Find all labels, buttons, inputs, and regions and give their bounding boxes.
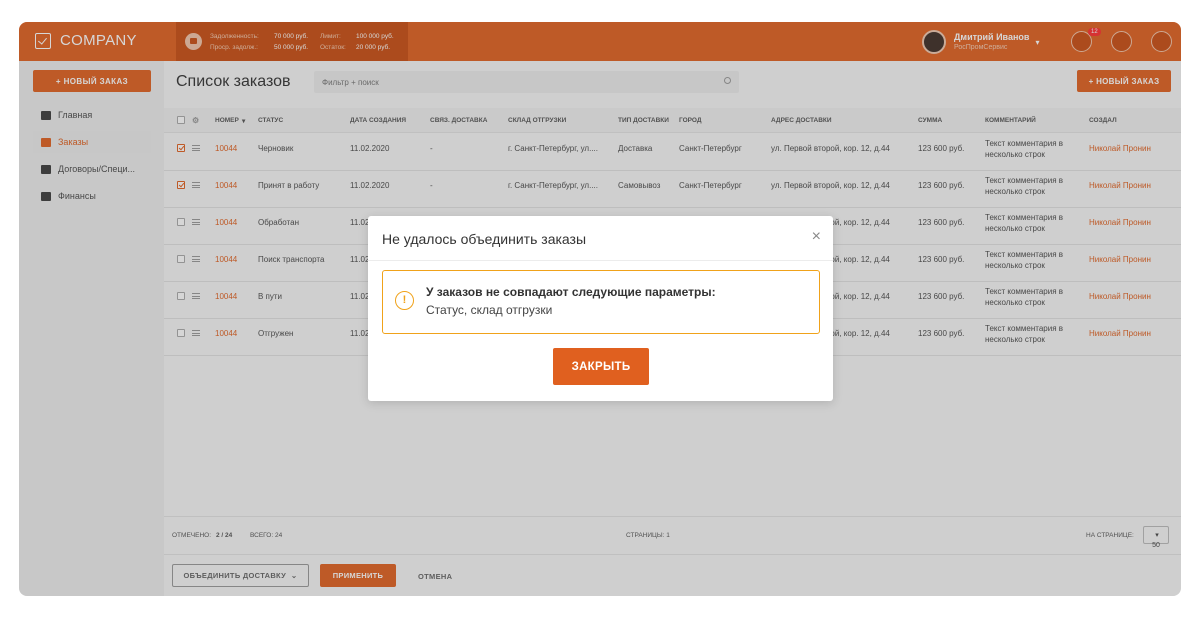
close-icon[interactable]: × [812,229,821,245]
app-window: COMPANY Задолженность: 70 000 руб. Лимит… [19,22,1181,596]
divider [368,260,833,261]
dialog-title: Не удалось объединить заказы [382,231,587,247]
close-button[interactable]: ЗАКРЫТЬ [553,348,649,385]
warning-alert: ! У заказов не совпадают следующие парам… [382,270,820,334]
alert-heading: У заказов не совпадают следующие парамет… [426,285,716,299]
warning-icon: ! [395,291,414,310]
error-dialog: Не удалось объединить заказы × ! У заказ… [368,216,833,401]
alert-text: Статус, склад отгрузки [426,303,553,317]
